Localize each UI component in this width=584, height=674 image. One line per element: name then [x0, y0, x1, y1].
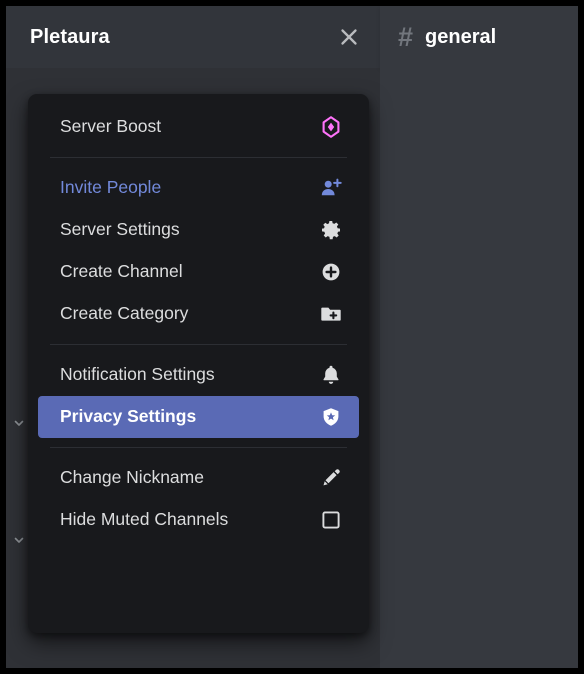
server-header[interactable]: Pletaura: [6, 6, 380, 68]
checkbox-unchecked-icon[interactable]: [319, 508, 343, 532]
server-context-menu[interactable]: Server Boost Invite People Server Settin…: [28, 94, 369, 633]
folder-plus-icon: [319, 302, 343, 326]
pencil-icon: [319, 466, 343, 490]
hash-icon: #: [398, 21, 414, 52]
gear-icon: [319, 218, 343, 242]
menu-group-server: Invite People Server Settings Create Cha…: [28, 167, 369, 335]
menu-item-invite-people[interactable]: Invite People: [38, 167, 359, 209]
menu-item-label: Server Boost: [60, 116, 162, 137]
server-name: Pletaura: [30, 25, 110, 48]
menu-group-user: Change Nickname Hide Muted Channels: [28, 457, 369, 541]
menu-item-label: Server Settings: [60, 219, 180, 240]
menu-item-label: Create Channel: [60, 261, 183, 282]
menu-separator: [50, 447, 347, 448]
shield-star-icon: [319, 405, 343, 429]
menu-item-label: Create Category: [60, 303, 189, 324]
menu-item-notification-settings[interactable]: Notification Settings: [38, 354, 359, 396]
chat-column: # general: [380, 6, 578, 668]
chevron-down-icon: [14, 420, 24, 426]
menu-item-create-channel[interactable]: Create Channel: [38, 251, 359, 293]
menu-item-label: Hide Muted Channels: [60, 509, 229, 530]
screenshot-root: Pletaura # general Server Boost Invite P…: [0, 0, 584, 674]
sidebar-category-collapse-1[interactable]: [6, 414, 25, 432]
menu-item-label: Change Nickname: [60, 467, 204, 488]
menu-item-create-category[interactable]: Create Category: [38, 293, 359, 335]
plus-circle-icon: [319, 260, 343, 284]
menu-item-label: Invite People: [60, 177, 162, 198]
person-add-icon: [319, 176, 343, 200]
menu-group-preferences: Notification Settings Privacy Settings: [28, 354, 369, 438]
channel-name: general: [425, 25, 497, 48]
message-area: [380, 68, 578, 668]
server-boost-icon: [319, 115, 343, 139]
menu-separator: [50, 344, 347, 345]
discord-window: Pletaura # general Server Boost Invite P…: [6, 6, 578, 668]
menu-item-label: Notification Settings: [60, 364, 215, 385]
bell-icon: [319, 363, 343, 387]
close-icon[interactable]: [336, 24, 362, 50]
menu-item-privacy-settings[interactable]: Privacy Settings: [38, 396, 359, 438]
menu-item-server-boost[interactable]: Server Boost: [38, 106, 359, 148]
menu-item-hide-muted-channels[interactable]: Hide Muted Channels: [38, 499, 359, 541]
menu-item-label: Privacy Settings: [60, 406, 197, 427]
chevron-down-icon: [14, 537, 24, 543]
menu-item-change-nickname[interactable]: Change Nickname: [38, 457, 359, 499]
sidebar-category-collapse-2[interactable]: [6, 531, 25, 549]
menu-group-boost: Server Boost: [28, 106, 369, 148]
channel-header: # general: [380, 6, 578, 68]
menu-separator: [50, 157, 347, 158]
menu-item-server-settings[interactable]: Server Settings: [38, 209, 359, 251]
